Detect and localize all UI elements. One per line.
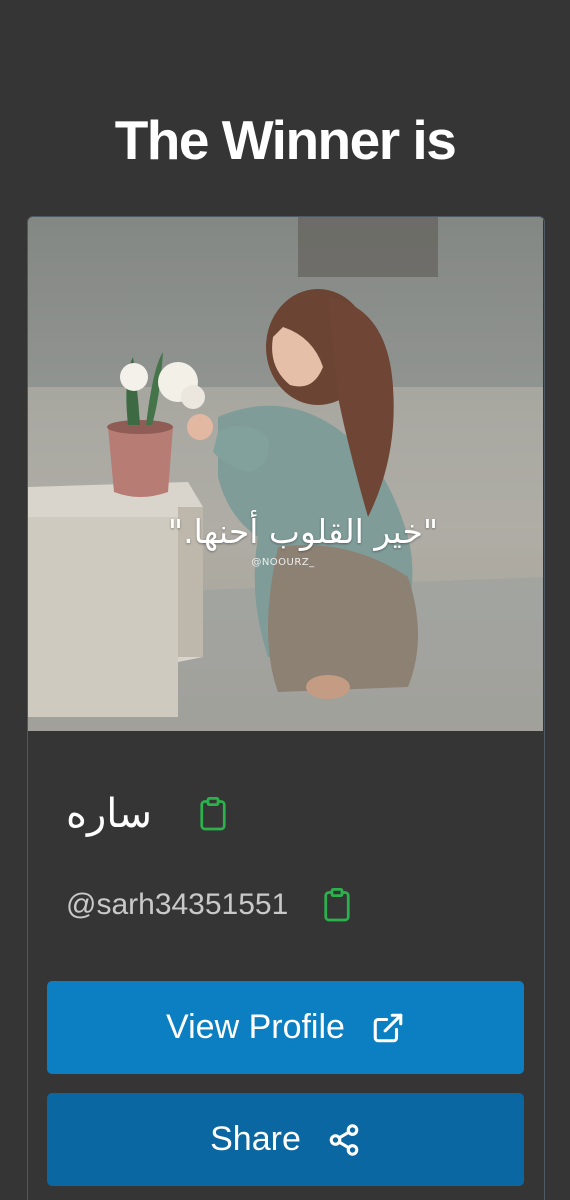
share-icon xyxy=(327,1123,361,1157)
clipboard-icon[interactable] xyxy=(322,887,352,923)
photo-watermark: @NOOURZ_ xyxy=(251,557,315,568)
page-title: The Winner is xyxy=(114,109,457,171)
winner-page: The Winner is "خير القلوب أحنها." @NOOUR… xyxy=(0,0,570,1200)
winner-card: "خير القلوب أحنها." @NOOURZ_ ساره @sarh3… xyxy=(27,216,545,1200)
winner-name-row: ساره xyxy=(66,789,228,839)
winner-photo: "خير القلوب أحنها." @NOOURZ_ xyxy=(28,217,543,731)
clipboard-icon[interactable] xyxy=(198,796,228,832)
view-profile-button[interactable]: View Profile xyxy=(47,981,524,1074)
external-link-icon xyxy=(371,1011,405,1045)
winner-handle: @sarh34351551 xyxy=(66,888,289,921)
winner-handle-row: @sarh34351551 xyxy=(66,885,352,925)
photo-caption: "خير القلوب أحنها." xyxy=(167,512,439,551)
view-profile-label: View Profile xyxy=(166,1008,345,1046)
share-button[interactable]: Share xyxy=(47,1093,524,1186)
share-label: Share xyxy=(210,1120,301,1158)
winner-name: ساره xyxy=(66,791,152,837)
photo-illustration xyxy=(28,217,543,731)
